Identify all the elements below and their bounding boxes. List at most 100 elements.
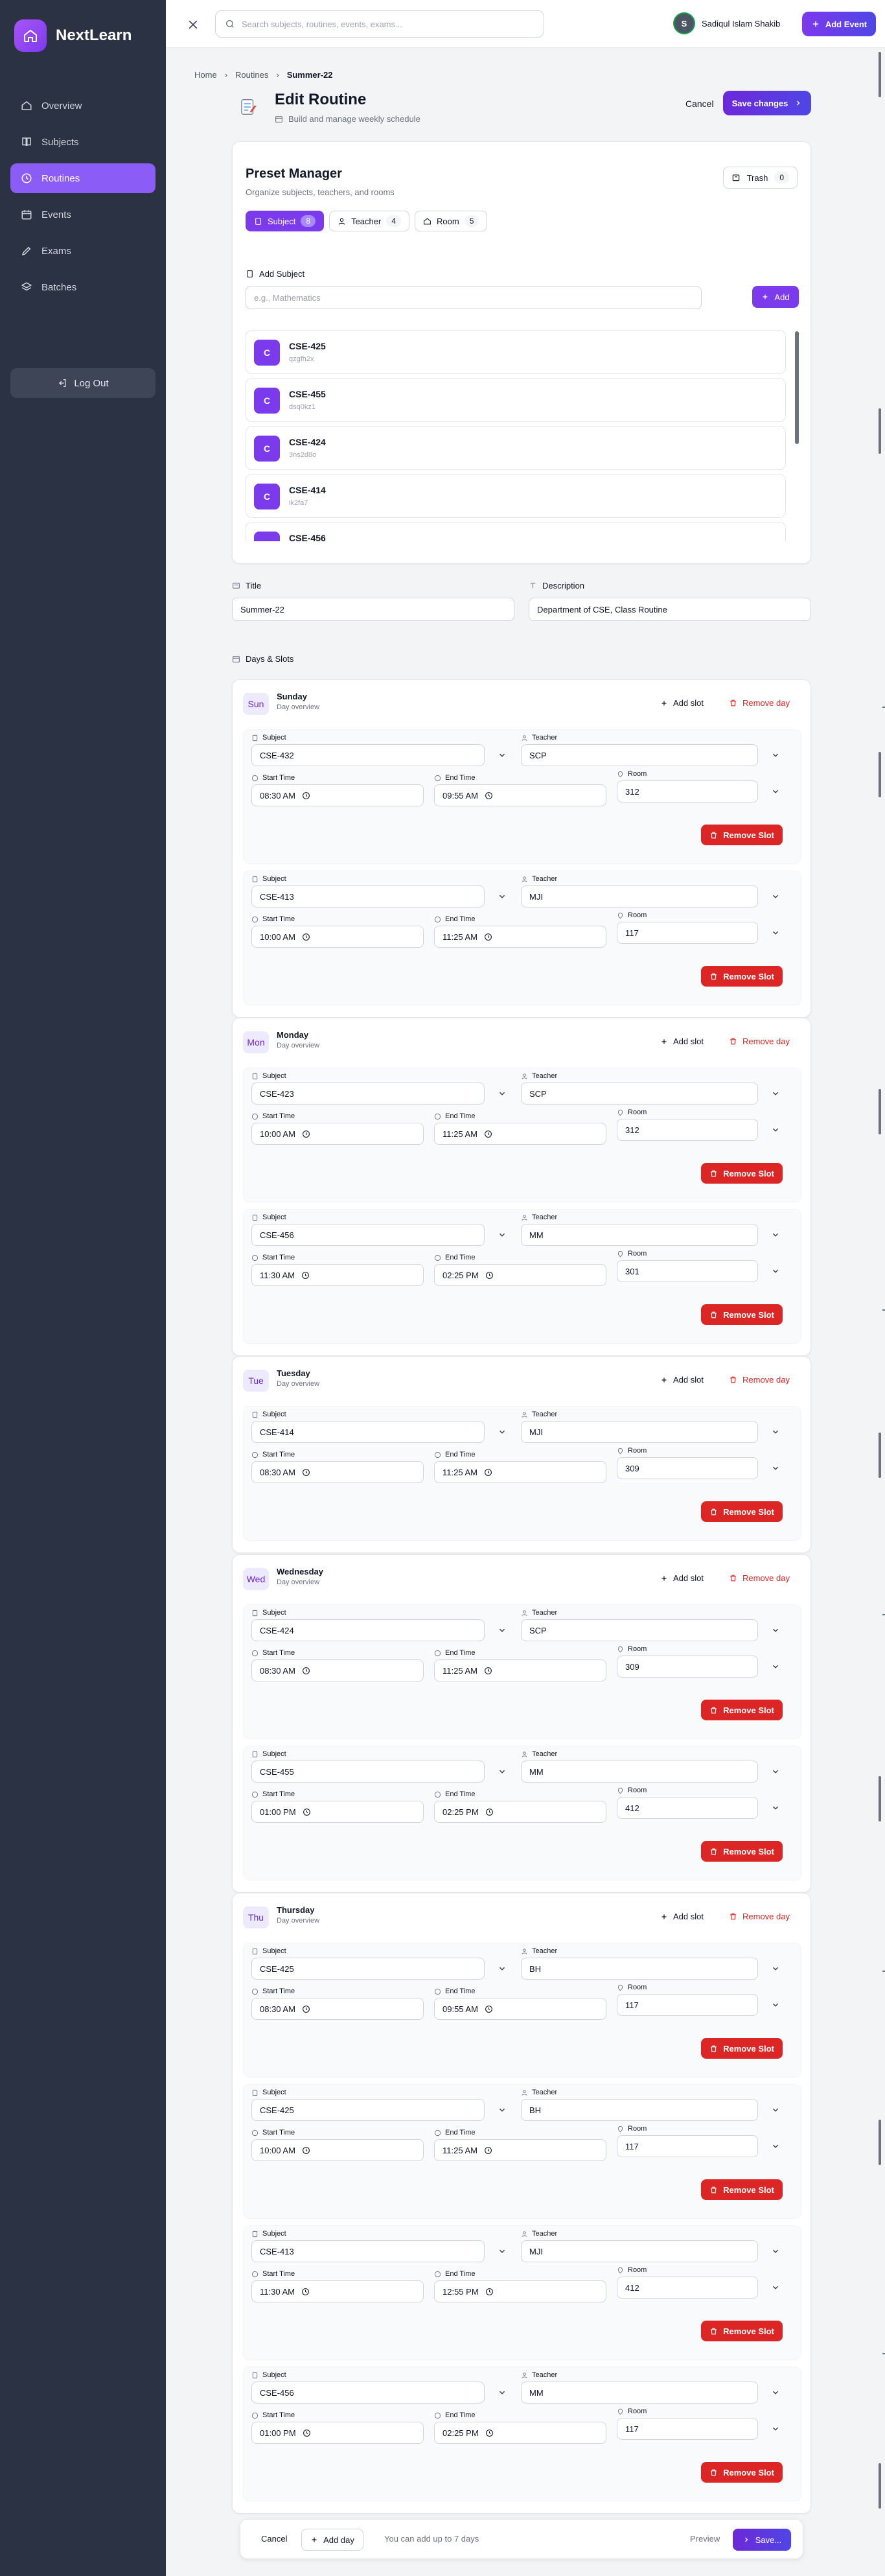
clock-icon[interactable] [485,2005,493,2013]
brand[interactable]: NextLearn [14,19,132,52]
chevron-down-icon[interactable] [771,1267,780,1276]
clock-icon[interactable] [484,1667,492,1675]
remove-day-button[interactable]: Remove day [729,1375,790,1385]
add-slot-button[interactable]: Add slot [660,698,704,708]
chevron-down-icon[interactable] [771,1964,780,1973]
start-time-input[interactable]: 10:00 AM [251,926,424,948]
chevron-down-icon[interactable] [771,1427,780,1436]
teacher-select[interactable]: MJI [521,2240,758,2262]
subject-select[interactable]: CSE-424 [251,1619,485,1641]
end-time-input[interactable]: 09:55 AM [434,1998,606,2020]
remove-slot-button[interactable]: Remove Slot [701,2462,783,2483]
remove-slot-button[interactable]: Remove Slot [701,2038,783,2059]
remove-slot-button[interactable]: Remove Slot [701,825,783,845]
teacher-select[interactable]: BH [521,2099,758,2121]
clock-icon[interactable] [301,2288,310,2296]
chevron-down-icon[interactable] [771,1230,780,1239]
clock-icon[interactable] [302,933,310,941]
close-button[interactable] [181,13,205,36]
remove-slot-button[interactable]: Remove Slot [701,1700,783,1720]
clock-icon[interactable] [303,2429,311,2437]
chevron-down-icon[interactable] [771,2247,780,2256]
subject-select[interactable]: CSE-456 [251,2382,485,2404]
start-time-input[interactable]: 10:00 AM [251,2139,424,2161]
remove-slot-button[interactable]: Remove Slot [701,2179,783,2200]
add-slot-button[interactable]: Add slot [660,1375,704,1385]
clock-icon[interactable] [484,1468,492,1477]
sidebar-item-subjects[interactable]: Subjects [10,127,155,157]
search-input[interactable]: Search subjects, routines, events, exams… [215,10,544,38]
room-select[interactable]: 117 [617,922,758,944]
clock-icon[interactable] [485,2429,494,2437]
chevron-down-icon[interactable] [498,2388,507,2397]
tab-room[interactable]: Room 5 [415,211,488,231]
add-slot-button[interactable]: Add slot [660,1036,704,1046]
chevron-down-icon[interactable] [771,1662,780,1671]
chevron-down-icon[interactable] [771,1803,780,1812]
chevron-down-icon[interactable] [498,1230,507,1239]
end-time-input[interactable]: 11:25 AM [434,926,606,948]
chevron-down-icon[interactable] [498,1767,507,1776]
clock-icon[interactable] [484,2146,492,2155]
clock-icon[interactable] [485,1808,494,1816]
clock-icon[interactable] [302,2005,310,2013]
room-select[interactable]: 117 [617,2418,758,2440]
room-select[interactable]: 412 [617,2277,758,2299]
save-changes-button[interactable]: Save changes [723,91,811,115]
clock-icon[interactable] [484,933,492,941]
list-item[interactable]: C CSE-456 [246,522,786,541]
add-day-button[interactable]: Add day [301,2529,363,2551]
teacher-select[interactable]: MM [521,2382,758,2404]
list-item[interactable]: C CSE-414 ik2fa7 [246,474,786,518]
chevron-down-icon[interactable] [771,751,780,760]
subject-select[interactable]: CSE-425 [251,1958,485,1980]
remove-slot-button[interactable]: Remove Slot [701,1501,783,1522]
scrollbar[interactable] [795,331,799,444]
room-select[interactable]: 309 [617,1656,758,1678]
clock-icon[interactable] [302,1667,310,1675]
clock-icon[interactable] [485,1271,494,1280]
list-item[interactable]: C CSE-425 qzgfh2x [246,330,786,374]
tab-teacher[interactable]: Teacher 4 [329,211,409,231]
remove-day-button[interactable]: Remove day [729,1573,790,1583]
end-time-input[interactable]: 12:55 PM [434,2280,606,2302]
end-time-input[interactable]: 02:25 PM [434,2422,606,2444]
trash-button[interactable]: Trash 0 [722,167,798,189]
subject-select[interactable]: CSE-456 [251,1224,485,1246]
subject-select[interactable]: CSE-414 [251,1421,485,1443]
end-time-input[interactable]: 11:25 AM [434,2139,606,2161]
footer-save-button[interactable]: Save... [733,2529,791,2551]
end-time-input[interactable]: 11:25 AM [434,1461,606,1483]
clock-icon[interactable] [303,1808,311,1816]
description-field[interactable]: Department of CSE, Class Routine [529,598,811,621]
chevron-down-icon[interactable] [498,1964,507,1973]
add-subject-button[interactable]: Add [752,286,799,308]
sidebar-item-batches[interactable]: Batches [10,272,155,302]
teacher-select[interactable]: MM [521,1224,758,1246]
chevron-down-icon[interactable] [771,1767,780,1776]
chevron-down-icon[interactable] [498,751,507,760]
chevron-down-icon[interactable] [498,892,507,901]
room-select[interactable]: 309 [617,1457,758,1479]
sidebar-item-routines[interactable]: Routines [10,163,155,193]
list-item[interactable]: C CSE-424 3ns2d8o [246,426,786,470]
remove-slot-button[interactable]: Remove Slot [701,966,783,987]
start-time-input[interactable]: 01:00 PM [251,2422,424,2444]
room-select[interactable]: 117 [617,2135,758,2157]
end-time-input[interactable]: 09:55 AM [434,784,606,806]
teacher-select[interactable]: MJI [521,885,758,907]
chevron-down-icon[interactable] [498,1089,507,1098]
chevron-down-icon[interactable] [771,2424,780,2433]
logout-button[interactable]: Log Out [10,368,155,398]
tab-subject[interactable]: Subject 8 [246,211,325,231]
start-time-input[interactable]: 11:30 AM [251,1264,424,1286]
chevron-down-icon[interactable] [771,1089,780,1098]
chevron-down-icon[interactable] [771,2105,780,2114]
end-time-input[interactable]: 11:25 AM [434,1123,606,1145]
chevron-down-icon[interactable] [498,2247,507,2256]
chevron-down-icon[interactable] [771,1125,780,1134]
chevron-down-icon[interactable] [498,1626,507,1635]
clock-icon[interactable] [301,1271,310,1280]
room-select[interactable]: 312 [617,780,758,802]
teacher-select[interactable]: SCP [521,744,758,766]
